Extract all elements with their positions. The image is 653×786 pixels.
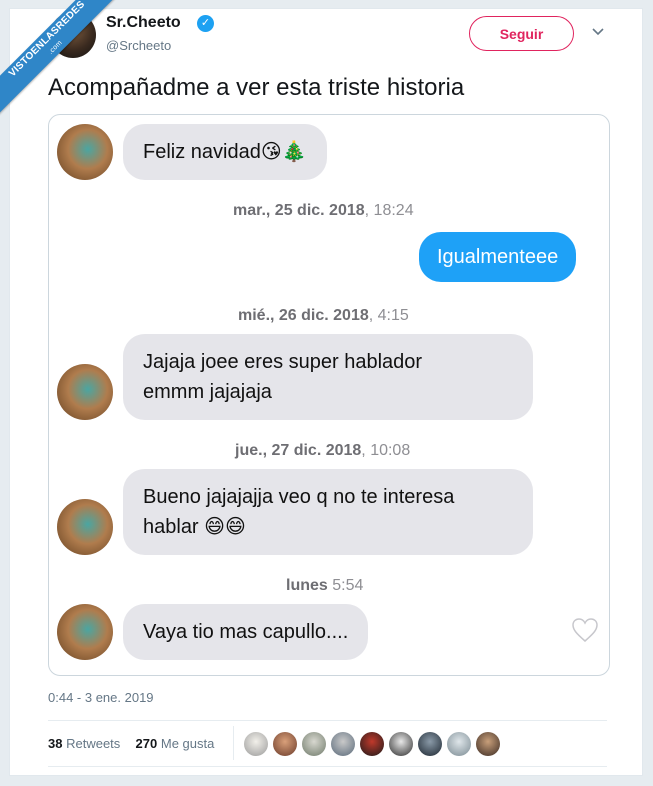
- liker-avatar[interactable]: [447, 732, 471, 756]
- message-date: lunes 5:54: [286, 577, 363, 595]
- message-date-day: mié., 26 dic. 2018: [238, 307, 369, 324]
- watermark: VISTOENLASREDES .com: [0, 0, 120, 120]
- liker-avatar[interactable]: [302, 732, 326, 756]
- divider: [48, 766, 607, 767]
- message-text: Igualmenteee: [437, 246, 559, 268]
- divider: [233, 726, 234, 760]
- liker-avatar[interactable]: [273, 732, 297, 756]
- divider: [48, 720, 607, 721]
- liker-avatar[interactable]: [418, 732, 442, 756]
- liker-avatar[interactable]: [360, 732, 384, 756]
- liker-avatar[interactable]: [244, 732, 268, 756]
- retweet-count[interactable]: 38: [48, 736, 62, 751]
- message-date-day: lunes: [286, 577, 328, 594]
- message-date: mié., 26 dic. 2018, 4:15: [238, 307, 409, 325]
- tweet-media-image[interactable]: Feliz navidad😘🎄 mar., 25 dic. 2018, 18:2…: [48, 114, 610, 676]
- follow-button[interactable]: Seguir: [469, 16, 574, 51]
- message-bubble-incoming: Jajaja joee eres super hablador emmm jaj…: [123, 334, 533, 420]
- message-date: jue., 27 dic. 2018, 10:08: [235, 442, 410, 460]
- liker-avatar[interactable]: [389, 732, 413, 756]
- chevron-down-icon[interactable]: [591, 27, 605, 37]
- message-date-time: , 10:08: [361, 442, 411, 459]
- message-text-line: Bueno jajajajja veo q no te interesa: [143, 486, 455, 508]
- message-date-day: jue., 27 dic. 2018: [235, 442, 362, 459]
- message-text-line: Jajaja joee eres super hablador: [143, 351, 423, 373]
- contact-avatar: [57, 364, 113, 420]
- message-text: Feliz navidad😘🎄: [143, 141, 307, 163]
- contact-avatar: [57, 124, 113, 180]
- message-text-line: emmm jajajaja: [143, 381, 272, 403]
- tweet-timestamp[interactable]: 0:44 - 3 ene. 2019: [48, 690, 154, 705]
- message-bubble-outgoing: Igualmenteee: [419, 232, 577, 282]
- tweet-stats: 38 Retweets 270 Me gusta: [48, 736, 214, 751]
- message-bubble-incoming: Bueno jajajajja veo q no te interesa hab…: [123, 469, 533, 555]
- liker-avatar[interactable]: [476, 732, 500, 756]
- message-text: Vaya tio mas capullo....: [143, 621, 349, 643]
- verified-badge-icon: ✓: [197, 15, 214, 32]
- message-date-time: 5:54: [327, 577, 364, 594]
- retweet-label[interactable]: Retweets: [66, 736, 120, 751]
- heart-icon: [572, 618, 598, 642]
- contact-avatar: [57, 604, 113, 660]
- message-date: mar., 25 dic. 2018, 18:24: [233, 202, 414, 220]
- message-date-time: , 4:15: [368, 307, 409, 324]
- watermark-text: VISTOENLASREDES: [6, 0, 88, 80]
- message-bubble-incoming: Feliz navidad😘🎄: [123, 124, 327, 180]
- watermark-ribbon: VISTOENLASREDES .com: [0, 0, 120, 120]
- message-text-line: hablar 😄😄: [143, 516, 246, 538]
- like-label[interactable]: Me gusta: [161, 736, 214, 751]
- message-bubble-incoming: Vaya tio mas capullo....: [123, 604, 369, 660]
- like-count[interactable]: 270: [136, 736, 158, 751]
- contact-avatar: [57, 499, 113, 555]
- liker-avatar[interactable]: [331, 732, 355, 756]
- message-date-day: mar., 25 dic. 2018: [233, 202, 365, 219]
- message-date-time: , 18:24: [364, 202, 414, 219]
